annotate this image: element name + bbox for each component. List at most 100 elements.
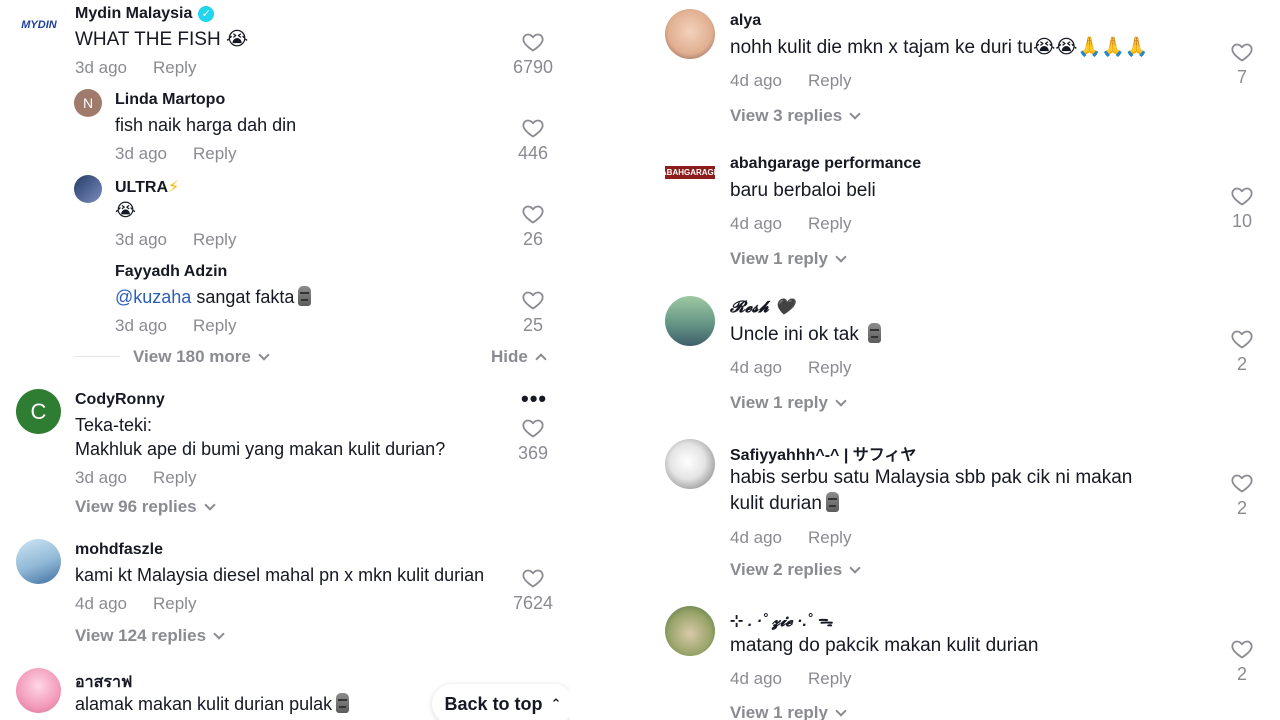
avatar[interactable] [665, 296, 715, 346]
comment-meta: 4d ago Reply [730, 358, 852, 377]
chevron-down-icon [213, 628, 225, 640]
comment-text: habis serbu satu Malaysia sbb pak cik ni… [730, 467, 1133, 488]
avatar[interactable]: N [74, 89, 102, 117]
reply-button[interactable]: Reply [153, 594, 196, 613]
like-button[interactable]: 6790 [503, 30, 563, 78]
comment-username[interactable]: ⊹ . ·˚ 𝔃𝓲𝓮 ·.˚ ᯓ [730, 609, 832, 631]
moai-emoji-icon [298, 286, 312, 306]
lightning-icon: ⚡ [168, 179, 180, 196]
heart-icon [1230, 471, 1254, 495]
comment-text: nohh kulit die mkn x tajam ke duri tu😭😭🙏… [730, 37, 1149, 58]
heart-icon [1230, 327, 1254, 351]
verified-badge-icon: ✓ [198, 6, 215, 22]
reply-button[interactable]: Reply [193, 316, 236, 335]
reply-button[interactable]: Reply [153, 468, 196, 487]
like-button[interactable]: 2 [1212, 637, 1272, 685]
comment-meta: 4d ago Reply [730, 528, 852, 547]
avatar[interactable] [665, 606, 715, 656]
reply-button[interactable]: Reply [193, 144, 236, 163]
like-button[interactable]: 7 [1212, 40, 1272, 88]
avatar[interactable] [665, 9, 715, 59]
reply-button[interactable]: Reply [808, 71, 851, 90]
view-replies-button[interactable]: View 124 replies [75, 626, 225, 646]
view-replies-button[interactable]: View 1 reply [730, 249, 847, 269]
reply-meta: 3d ago Reply [115, 144, 237, 163]
like-count: 6790 [512, 57, 554, 77]
view-replies-button[interactable]: View 96 replies [75, 497, 216, 517]
reply-text: 😭 [115, 200, 137, 221]
mydin-logo: MYDIN [21, 19, 57, 31]
comment-username[interactable]: mohdfaszle [75, 541, 163, 559]
reply-text: @kuzaha sangat fakta [115, 285, 312, 309]
more-options-icon[interactable]: ••• [521, 386, 547, 412]
heart-icon [1230, 40, 1254, 64]
mention-link[interactable]: @kuzaha [115, 287, 191, 307]
avatar[interactable]: MYDIN [16, 6, 62, 44]
avatar[interactable] [665, 439, 715, 489]
reply-username[interactable]: Fayyadh Adzin [115, 263, 227, 281]
comment-username[interactable]: 𝓡𝓮𝓼𝓱 🖤 [730, 297, 794, 317]
comment-text: Makhluk ape di bumi yang makan kulit dur… [75, 439, 446, 459]
like-count: 369 [517, 443, 549, 463]
like-button[interactable]: 25 [503, 288, 563, 336]
like-button[interactable]: 2 [1212, 327, 1272, 375]
like-count: 2 [1236, 498, 1247, 518]
reply-button[interactable]: Reply [153, 58, 196, 77]
reply-meta: 3d ago Reply [115, 230, 237, 249]
view-replies-button[interactable]: View 2 replies [730, 560, 861, 580]
moai-emoji-icon [825, 492, 839, 512]
reply-button[interactable]: Reply [193, 230, 236, 249]
view-replies-button[interactable]: View 3 replies [730, 106, 861, 126]
reply-button[interactable]: Reply [808, 358, 851, 377]
hide-replies-button[interactable]: Hide [491, 347, 547, 367]
like-count: 10 [1231, 211, 1253, 231]
like-count: 2 [1236, 664, 1247, 684]
crying-emoji-icon: 😭 [225, 28, 249, 50]
comment-username[interactable]: CodyRonny [75, 391, 165, 409]
divider [74, 356, 120, 357]
avatar[interactable] [74, 175, 102, 203]
comment-text: alamak makan kulit durian pulak [75, 692, 350, 716]
reply-button[interactable]: Reply [808, 214, 851, 233]
comment-username[interactable]: Safiyyahhh^-^ | サフィヤ [730, 441, 916, 465]
comment-time: 3d ago [75, 58, 127, 77]
view-more-replies-button[interactable]: View 180 more [133, 347, 270, 367]
avatar[interactable] [16, 539, 61, 584]
like-button[interactable]: 10 [1212, 184, 1272, 232]
heart-icon [521, 202, 545, 226]
chevron-down-icon [835, 251, 847, 263]
heart-icon [521, 30, 545, 54]
reply-username[interactable]: ULTRA⚡ [115, 177, 179, 197]
like-button[interactable]: 7624 [503, 566, 563, 614]
chevron-down-icon [258, 349, 270, 361]
heart-icon [1230, 184, 1254, 208]
avatar[interactable]: C [16, 389, 61, 434]
reply-button[interactable]: Reply [808, 528, 851, 547]
like-button[interactable]: 2 [1212, 471, 1272, 519]
view-replies-button[interactable]: View 1 reply [730, 393, 847, 413]
like-button[interactable]: 446 [503, 116, 563, 164]
like-button[interactable]: 26 [503, 202, 563, 250]
avatar[interactable] [16, 668, 61, 713]
heart-icon [521, 288, 545, 312]
comment-username[interactable]: alya [730, 12, 761, 30]
avatar[interactable]: ABAHGARAGE [665, 157, 715, 187]
like-count: 446 [517, 143, 549, 163]
back-to-top-button[interactable]: Back to top ⌃ [432, 684, 570, 720]
heart-icon [1230, 637, 1254, 661]
reply-button[interactable]: Reply [808, 669, 851, 688]
comment-text: WHAT THE FISH 😭 [75, 28, 249, 50]
comment-username[interactable]: Mydin Malaysia ✓ [75, 5, 215, 23]
double-chevron-up-icon: ⌃ [550, 696, 562, 711]
like-button[interactable]: 369 [503, 416, 563, 464]
comment-text: Uncle ini ok tak [730, 323, 882, 347]
heart-icon [521, 416, 545, 440]
comment-meta: 4d ago Reply [730, 71, 852, 90]
comment-meta: 4d ago Reply [730, 669, 852, 688]
comment-username[interactable]: abahgarage performance [730, 155, 921, 173]
like-count: 2 [1236, 354, 1247, 374]
reply-username[interactable]: Linda Martopo [115, 91, 225, 109]
view-replies-button[interactable]: View 1 reply [730, 703, 847, 720]
right-comment-column: alya nohh kulit die mkn x tajam ke duri … [660, 0, 1280, 720]
comment-meta: 4d ago Reply [730, 214, 852, 233]
